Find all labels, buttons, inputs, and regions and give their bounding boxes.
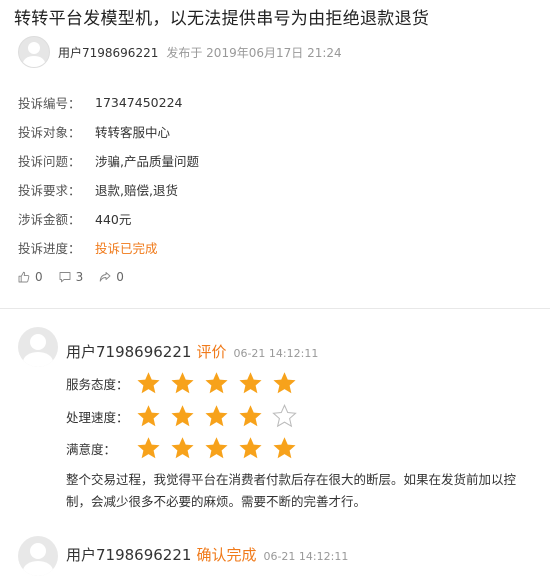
star-filled-icon bbox=[171, 372, 194, 394]
author-row: 用户7198696221 发布于 2019年06月17日 21:24 bbox=[18, 36, 342, 68]
complaint-issue: 涉骗,产品质量问题 bbox=[95, 154, 199, 169]
share-count: 0 bbox=[116, 270, 124, 284]
star-filled-icon bbox=[171, 437, 194, 459]
page-title: 转转平台发模型机，以无法提供串号为由拒绝退款退货 bbox=[14, 9, 430, 29]
star-filled-icon bbox=[239, 372, 262, 394]
complaint-info: 投诉编号： 17347450224 投诉对象： 转转客服中心 投诉问题： 涉骗,… bbox=[18, 88, 199, 262]
confirm-time: 06-21 14:12:11 bbox=[263, 550, 349, 563]
like-button[interactable]: 0 bbox=[18, 270, 43, 284]
info-label: 投诉编号： bbox=[18, 96, 81, 111]
complaint-amount: 440元 bbox=[95, 212, 132, 227]
star-filled-icon bbox=[137, 437, 160, 459]
author-avatar[interactable] bbox=[18, 36, 50, 68]
rating-row: 满意度： bbox=[66, 433, 306, 463]
rating-label: 处理速度： bbox=[66, 409, 129, 425]
star-filled-icon bbox=[205, 372, 228, 394]
info-label: 投诉对象： bbox=[18, 125, 81, 140]
comment-icon bbox=[59, 272, 71, 283]
info-row-progress: 投诉进度： 投诉已完成 bbox=[18, 233, 199, 262]
star-filled-icon bbox=[239, 405, 262, 427]
complaint-status: 投诉已完成 bbox=[95, 241, 158, 256]
reviewer-name[interactable]: 用户7198696221 bbox=[66, 341, 191, 362]
star-rating bbox=[136, 404, 306, 428]
confirm-header: 用户7198696221 确认完成 06-21 14:12:11 bbox=[66, 544, 348, 565]
star-filled-icon bbox=[137, 372, 160, 394]
rating-label: 满意度： bbox=[66, 441, 117, 457]
comment-count: 3 bbox=[75, 270, 84, 284]
star-filled-icon bbox=[273, 437, 296, 459]
review-time: 06-21 14:12:11 bbox=[233, 347, 319, 360]
star-filled-icon bbox=[205, 405, 228, 427]
rating-row: 服务态度： bbox=[66, 368, 306, 398]
info-label: 涉诉金额： bbox=[18, 212, 81, 227]
stats-bar: 0 3 0 bbox=[18, 270, 140, 284]
star-filled-icon bbox=[239, 437, 262, 459]
comment-button[interactable]: 3 bbox=[59, 270, 84, 284]
thumbs-up-icon bbox=[18, 271, 30, 283]
like-count: 0 bbox=[35, 270, 43, 284]
confirm-action: 确认完成 bbox=[196, 546, 257, 564]
reviewer-avatar[interactable] bbox=[18, 327, 58, 367]
info-row-issue: 投诉问题： 涉骗,产品质量问题 bbox=[18, 146, 199, 175]
star-filled-icon bbox=[171, 405, 194, 427]
review-header: 用户7198696221 评价 06-21 14:12:11 bbox=[66, 341, 318, 362]
share-icon bbox=[100, 272, 111, 282]
confirmer-name[interactable]: 用户7198696221 bbox=[66, 544, 191, 565]
review-action: 评价 bbox=[196, 343, 227, 361]
complaint-id: 17347450224 bbox=[95, 95, 183, 110]
divider bbox=[0, 308, 550, 309]
publish-time: 发布于 2019年06月17日 21:24 bbox=[166, 45, 342, 60]
star-rating bbox=[136, 371, 306, 395]
info-label: 投诉问题： bbox=[18, 154, 81, 169]
star-filled-icon bbox=[137, 405, 160, 427]
complaint-request: 退款,赔偿,退货 bbox=[95, 183, 178, 198]
star-filled-icon bbox=[205, 437, 228, 459]
info-label: 投诉要求： bbox=[18, 183, 81, 198]
info-row-target: 投诉对象： 转转客服中心 bbox=[18, 117, 199, 146]
info-label: 投诉进度： bbox=[18, 241, 81, 256]
star-empty-icon bbox=[272, 404, 297, 428]
share-button[interactable]: 0 bbox=[99, 270, 124, 284]
info-row-amount: 涉诉金额： 440元 bbox=[18, 204, 199, 233]
complaint-target[interactable]: 转转客服中心 bbox=[95, 122, 170, 141]
star-rating bbox=[136, 436, 306, 460]
info-row-id: 投诉编号： 17347450224 bbox=[18, 88, 199, 117]
confirmer-avatar[interactable] bbox=[18, 536, 58, 576]
review-text: 整个交易过程，我觉得平台在消费者付款后存在很大的断层。如果在发货前加以控制，会减… bbox=[66, 472, 517, 509]
rating-row: 处理速度： bbox=[66, 401, 306, 431]
star-filled-icon bbox=[273, 372, 296, 394]
info-row-request: 投诉要求： 退款,赔偿,退货 bbox=[18, 175, 199, 204]
rating-label: 服务态度： bbox=[66, 376, 129, 392]
author-name[interactable]: 用户7198696221 bbox=[58, 44, 158, 61]
